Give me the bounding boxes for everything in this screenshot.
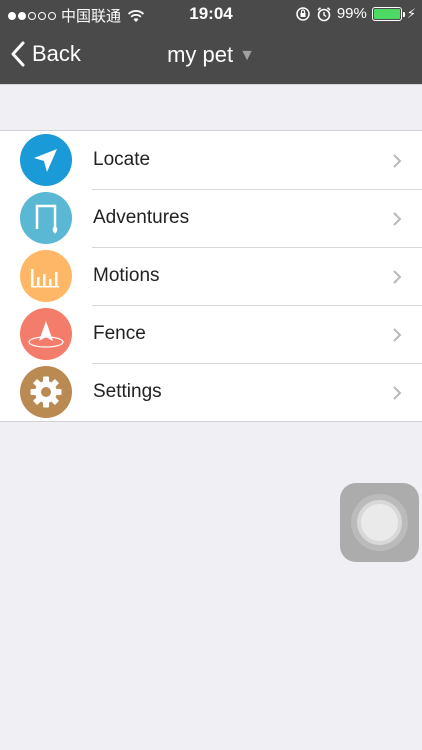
gear-icon xyxy=(20,366,72,418)
page-title: my pet xyxy=(167,42,234,67)
chevron-right-icon xyxy=(393,270,402,284)
pet-selector[interactable]: my pet ▼ xyxy=(0,42,422,68)
adventures-path-icon xyxy=(20,192,72,244)
motions-bars-icon xyxy=(20,250,72,302)
chevron-right-icon xyxy=(393,154,402,168)
status-bar: 中国联通 19:04 99% ⚡ xyxy=(0,0,422,28)
menu-item-label: Settings xyxy=(93,381,162,402)
menu-item-label: Adventures xyxy=(93,207,190,228)
divider xyxy=(0,84,422,85)
battery-percent: 99% xyxy=(336,5,367,22)
assistive-touch-button[interactable] xyxy=(340,483,419,562)
menu-item-adventures[interactable]: Adventures xyxy=(0,189,422,247)
fence-pin-icon xyxy=(20,308,72,360)
status-right: 99% ⚡ xyxy=(295,5,416,22)
menu-item-label: Motions xyxy=(93,265,160,286)
charging-bolt-icon: ⚡ xyxy=(406,5,416,21)
dropdown-caret-icon: ▼ xyxy=(239,47,255,64)
alarm-clock-icon xyxy=(317,6,331,21)
navigation-bar: Back my pet ▼ xyxy=(0,28,422,84)
menu-item-label: Fence xyxy=(93,323,146,344)
menu-list: Locate Adventures Motions Fence Settings xyxy=(0,130,422,422)
menu-item-motions[interactable]: Motions xyxy=(0,247,422,305)
orientation-lock-icon xyxy=(296,6,310,21)
chevron-right-icon xyxy=(393,212,402,226)
menu-item-settings[interactable]: Settings xyxy=(0,363,422,421)
chevron-right-icon xyxy=(393,328,402,342)
locate-arrow-icon xyxy=(20,134,72,186)
battery-icon xyxy=(371,6,405,21)
menu-item-fence[interactable]: Fence xyxy=(0,305,422,363)
menu-item-label: Locate xyxy=(93,149,151,170)
chevron-right-icon xyxy=(393,386,402,400)
menu-item-locate[interactable]: Locate xyxy=(0,131,422,189)
